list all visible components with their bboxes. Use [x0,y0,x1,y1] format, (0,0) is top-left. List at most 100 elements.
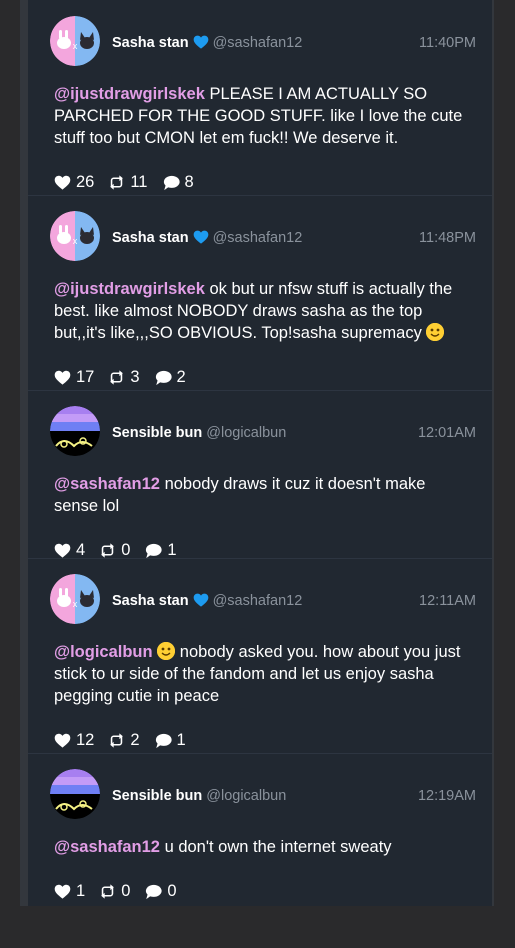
reply-button[interactable]: 1 [154,731,186,750]
tweet[interactable]: Sensible bun @logicalbun 12:19AM @sashafa… [28,753,492,948]
mention-link[interactable]: @sashafan12 [54,475,160,493]
timestamp: 12:19AM [417,788,476,804]
reply-button[interactable]: 0 [144,882,177,901]
reply-button[interactable]: 2 [154,368,186,387]
tweet-text: @sashafan12 u don't own the internet swe… [54,836,474,858]
reply-count: 1 [176,731,186,749]
svg-text:x: x [73,236,78,246]
mention-link[interactable]: @logicalbun [54,643,153,661]
reply-count: 0 [167,882,177,900]
avatar[interactable] [50,769,100,819]
tweet-thread: x Sasha stan @sashafan12 11:40PM @ijustdr… [28,0,492,906]
user-handle[interactable]: @logicalbun [206,788,286,804]
reply-count: 8 [184,173,194,191]
tweet-divider [28,558,492,559]
avatar[interactable]: x [50,16,100,66]
sasha-stan-avatar-art: x [50,16,100,66]
user-handle[interactable]: @logicalbun [206,425,286,441]
timestamp: 11:40PM [419,35,476,51]
speech-bubble-icon [155,370,172,385]
avatar[interactable] [50,406,100,456]
like-count: 1 [76,882,86,900]
reply-button[interactable]: 8 [162,173,194,192]
like-button[interactable]: 12 [54,731,94,750]
retweet-button[interactable]: 11 [108,173,148,192]
timestamp: 11:48PM [419,230,476,246]
reply-count: 2 [176,368,186,386]
speech-bubble-icon [146,543,162,558]
speech-bubble-icon [163,175,180,190]
retweet-button[interactable]: 3 [108,368,140,387]
like-button[interactable]: 1 [54,882,85,901]
display-name-row: Sasha stan @sashafan12 [112,593,302,609]
display-name-row: Sasha stan @sashafan12 [112,35,302,51]
tweet-text: @ijustdrawgirlskek ok but ur nfsw stuff … [54,278,474,344]
mention-link[interactable]: @ijustdrawgirlskek [54,85,205,103]
mention-link[interactable]: @ijustdrawgirlskek [54,280,205,298]
tweet-divider [28,195,492,196]
like-button[interactable]: 17 [54,368,94,387]
tweet-stats: 1 0 0 [54,882,191,901]
mention-link[interactable]: @sashafan12 [54,838,160,856]
avatar[interactable]: x [50,211,100,261]
like-count: 12 [76,731,95,749]
timestamp: 12:01AM [417,425,476,441]
tweet[interactable]: x Sasha stan @sashafan12 12:11AM @logical… [28,558,492,753]
retweet-count: 0 [121,882,131,900]
sasha-stan-avatar-art: x [50,574,100,624]
tweet-stats: 26 11 8 [54,173,208,192]
timestamp: 12:11AM [419,593,476,609]
tweet-text: @sashafan12 nobody draws it cuz it doesn… [54,473,474,517]
heart-icon [54,884,71,899]
display-name[interactable]: Sensible bun [112,788,202,804]
sensible-bun-avatar-art [50,769,100,819]
grinning-emoji-icon [426,323,445,341]
retweet-button[interactable]: 0 [99,882,130,901]
display-name[interactable]: Sasha stan [112,35,189,51]
display-name[interactable]: Sasha stan [112,230,189,246]
tweet-stats: 17 3 2 [54,368,200,387]
tweet[interactable]: x Sasha stan @sashafan12 11:48PM @ijustdr… [28,195,492,390]
display-name-row: Sensible bun @logicalbun [112,425,286,441]
blue-heart-icon [193,230,208,244]
sensible-bun-avatar-art [50,406,100,456]
heart-icon [54,733,71,748]
like-count: 17 [76,368,95,386]
tweet-body: u don't own the internet sweaty [159,838,392,856]
display-name-row: Sensible bun @logicalbun [112,788,286,804]
tweet-text: @ijustdrawgirlskek PLEASE I AM ACTUALLY … [54,83,474,149]
speech-bubble-icon [146,884,162,899]
tweet[interactable]: Sensible bun @logicalbun 12:01AM @sashafa… [28,390,492,585]
user-handle[interactable]: @sashafan12 [213,35,303,51]
heart-icon [54,370,71,385]
retweet-icon [110,733,124,748]
avatar[interactable]: x [50,574,100,624]
blue-heart-icon [193,35,208,49]
retweet-icon [101,543,115,558]
like-button[interactable]: 26 [54,173,94,192]
heart-icon [54,543,71,558]
sasha-stan-avatar-art: x [50,211,100,261]
tweet-divider [28,753,492,754]
retweet-icon [110,370,124,385]
display-name[interactable]: Sasha stan [112,593,189,609]
eye-roll-emoji-icon [157,642,176,660]
tweet-text: @logicalbun nobody asked you. how about … [54,641,474,707]
display-name-row: Sasha stan @sashafan12 [112,230,302,246]
svg-text:x: x [73,599,78,609]
tweet-stats: 12 2 1 [54,731,200,750]
tweet-divider [28,390,492,391]
like-count: 26 [76,173,95,191]
retweet-count: 3 [130,368,140,386]
retweet-button[interactable]: 2 [108,731,140,750]
blue-heart-icon [193,593,208,607]
user-handle[interactable]: @sashafan12 [213,230,303,246]
tweet[interactable]: x Sasha stan @sashafan12 11:40PM @ijustdr… [28,0,492,195]
retweet-icon [110,175,124,190]
user-handle[interactable]: @sashafan12 [213,593,303,609]
speech-bubble-icon [155,733,172,748]
display-name[interactable]: Sensible bun [112,425,202,441]
svg-text:x: x [73,41,78,51]
retweet-icon [101,884,115,899]
heart-icon [54,175,71,190]
